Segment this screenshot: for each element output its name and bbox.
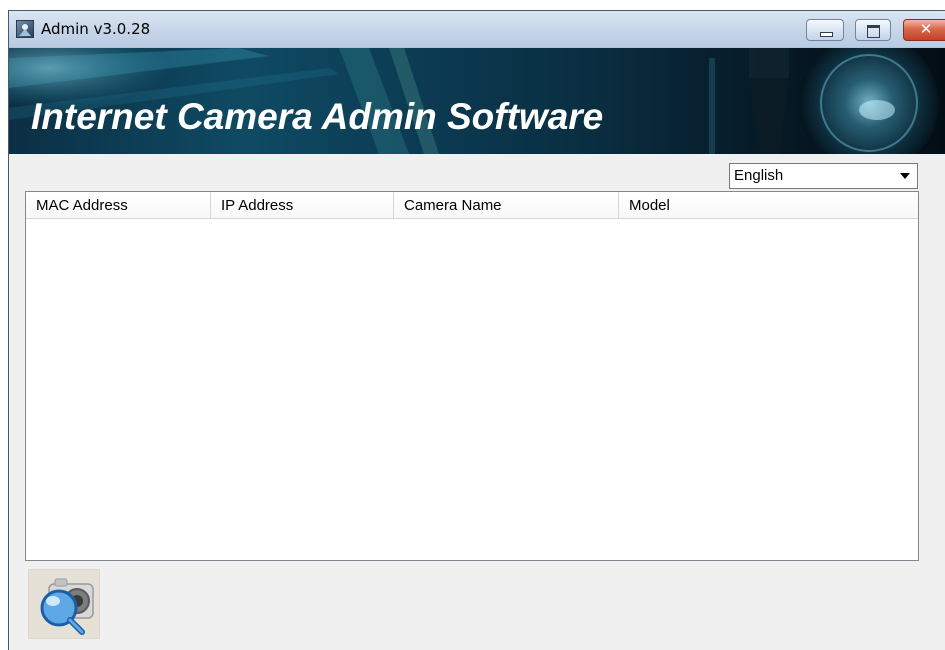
minimize-icon (820, 32, 833, 37)
maximize-button[interactable] (855, 19, 891, 41)
camera-list-body[interactable] (26, 219, 918, 560)
search-cameras-button[interactable] (28, 569, 100, 639)
maximize-icon (867, 25, 880, 38)
column-header-label: Model (629, 197, 670, 214)
column-header-camera-name[interactable]: Camera Name (394, 192, 619, 218)
column-header-model[interactable]: Model (619, 192, 918, 218)
app-window: Admin v3.0.28 ✕ Internet Camera Admin So… (8, 10, 945, 650)
minimize-button[interactable] (806, 19, 844, 41)
column-header-label: IP Address (221, 197, 294, 214)
close-button[interactable]: ✕ (903, 19, 945, 41)
camera-search-icon (40, 578, 94, 635)
title-bar[interactable]: Admin v3.0.28 ✕ (9, 11, 945, 48)
language-dropdown[interactable]: English (729, 163, 918, 189)
camera-list-header: MAC Address IP Address Camera Name Model (26, 192, 918, 219)
chevron-down-icon[interactable] (895, 166, 915, 186)
window-title: Admin v3.0.28 (41, 20, 151, 38)
app-icon (16, 20, 34, 38)
column-header-label: Camera Name (404, 197, 502, 214)
column-header-ip-address[interactable]: IP Address (211, 192, 394, 218)
camera-list[interactable]: MAC Address IP Address Camera Name Model (25, 191, 919, 561)
column-header-mac-address[interactable]: MAC Address (26, 192, 211, 218)
close-icon: ✕ (919, 20, 933, 38)
column-header-label: MAC Address (36, 197, 128, 214)
banner-title: Internet Camera Admin Software (31, 96, 604, 137)
header-banner: Internet Camera Admin Software (9, 48, 945, 154)
language-selected-value: English (734, 167, 784, 184)
